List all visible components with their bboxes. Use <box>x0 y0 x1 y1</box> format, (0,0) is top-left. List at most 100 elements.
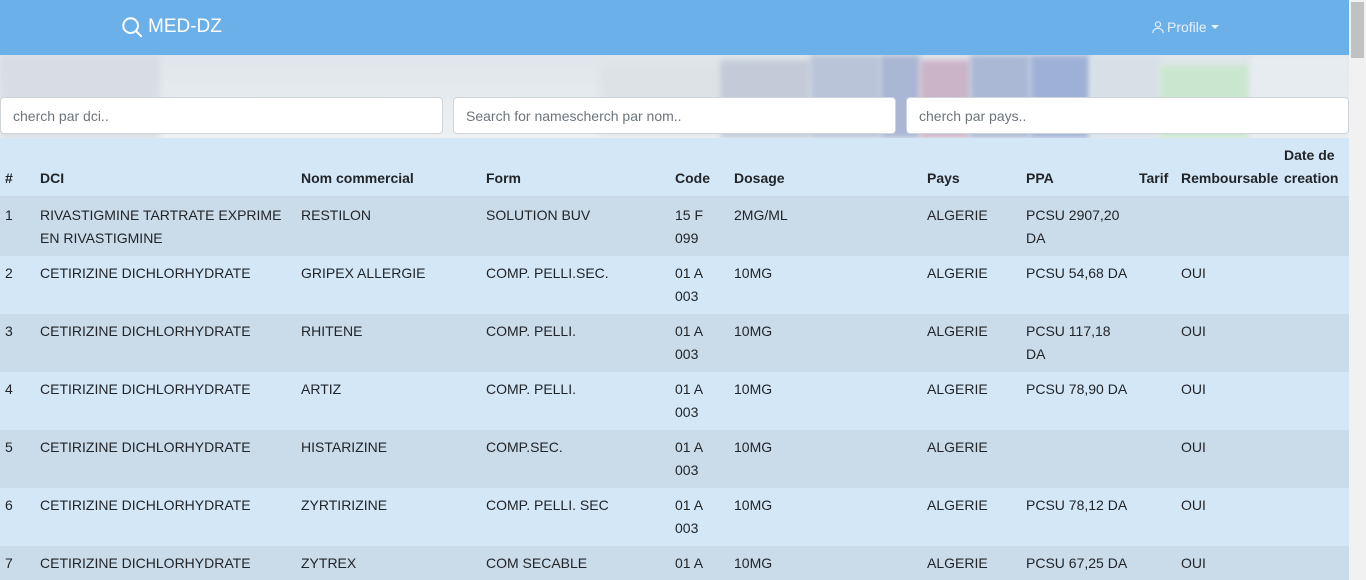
top-navbar: MED-DZ Profile <box>0 0 1349 55</box>
chevron-down-icon <box>1210 25 1219 29</box>
cell-pays: ALGERIE <box>927 207 988 223</box>
cell-ppa: PCSU 54,68 DA <box>1026 265 1128 281</box>
table-row[interactable]: 4 CETIRIZINE DICHLORHYDRATE ARTIZ COMP. PEL… <box>0 372 1349 430</box>
table-row[interactable]: 6 CETIRIZINE DICHLORHYDRATE ZYRTIRIZINE COM… <box>0 488 1349 546</box>
cell-tarif <box>1134 314 1176 372</box>
cell-num: 4 <box>5 381 13 397</box>
cell-dci: CETIRIZINE DICHLORHYDRATE <box>40 381 251 397</box>
cell-remb: OUI <box>1181 497 1206 513</box>
cell-tarif <box>1134 430 1176 488</box>
cell-remb: OUI <box>1181 381 1206 397</box>
cell-dosage: 10MG <box>734 555 773 571</box>
column-header-ppa: PPA <box>1021 138 1134 198</box>
cell-nom: ZYTREX <box>301 555 357 571</box>
search-name-input[interactable] <box>453 97 896 134</box>
vertical-scrollbar[interactable] <box>1349 0 1366 580</box>
cell-date <box>1279 314 1349 372</box>
table-header-row: # DCI Nom commercial Form Code Dosage Pays PPA T… <box>0 138 1349 198</box>
cell-nom: GRIPEX ALLERGIE <box>301 265 426 281</box>
profile-dropdown[interactable]: Profile <box>1151 19 1219 35</box>
cell-num: 1 <box>5 207 13 223</box>
cell-form: COMP. PELLI. <box>486 381 577 397</box>
cell-dci: CETIRIZINE DICHLORHYDRATE <box>40 265 251 281</box>
cell-pays: ALGERIE <box>927 381 988 397</box>
table-row[interactable]: 5 CETIRIZINE DICHLORHYDRATE HISTARIZINE COM… <box>0 430 1349 488</box>
cell-form: COM SECABLE <box>486 555 588 571</box>
cell-code: 01 A 003 <box>675 323 703 362</box>
table-row[interactable]: 1 RIVASTIGMINE TARTRATE EXPRIME EN RIVAST… <box>0 197 1349 256</box>
cell-dosage: 10MG <box>734 439 773 455</box>
cell-form: SOLUTION BUV <box>486 207 591 223</box>
cell-dosage: 10MG <box>734 323 773 339</box>
search-icon <box>122 17 143 38</box>
cell-remb <box>1176 197 1279 256</box>
table-row[interactable]: 3 CETIRIZINE DICHLORHYDRATE RHITENE COMP. P… <box>0 314 1349 372</box>
cell-num: 2 <box>5 265 13 281</box>
cell-date <box>1279 488 1349 546</box>
cell-num: 6 <box>5 497 13 513</box>
cell-nom: HISTARIZINE <box>301 439 388 455</box>
cell-ppa: PCSU 78,90 DA <box>1026 381 1128 397</box>
cell-dci: CETIRIZINE DICHLORHYDRATE <box>40 497 251 513</box>
cell-remb: OUI <box>1181 555 1206 571</box>
cell-tarif <box>1134 488 1176 546</box>
medications-table: # DCI Nom commercial Form Code Dosage Pays PPA T… <box>0 138 1349 580</box>
cell-num: 7 <box>5 555 13 571</box>
column-header-pays: Pays <box>922 138 1021 198</box>
column-header-dosage: Dosage <box>729 138 922 198</box>
column-header-form: Form <box>481 138 670 198</box>
profile-label: Profile <box>1167 19 1207 35</box>
cell-dci: CETIRIZINE DICHLORHYDRATE <box>40 555 251 571</box>
cell-code: 01 A 003 <box>675 381 703 420</box>
cell-pays: ALGERIE <box>927 497 988 513</box>
cell-pays: ALGERIE <box>927 265 988 281</box>
cell-remb: OUI <box>1181 439 1206 455</box>
cell-pays: ALGERIE <box>927 323 988 339</box>
cell-nom: ZYRTIRIZINE <box>301 497 388 513</box>
cell-tarif <box>1134 197 1176 256</box>
cell-num: 5 <box>5 439 13 455</box>
cell-dci: CETIRIZINE DICHLORHYDRATE <box>40 439 251 455</box>
cell-tarif <box>1134 372 1176 430</box>
cell-dci: CETIRIZINE DICHLORHYDRATE <box>40 323 251 339</box>
cell-pays: ALGERIE <box>927 555 988 571</box>
column-header-num: # <box>0 138 35 198</box>
user-icon <box>1152 21 1164 34</box>
column-header-code: Code <box>670 138 729 198</box>
table-row[interactable]: 2 CETIRIZINE DICHLORHYDRATE GRIPEX ALLERGI… <box>0 256 1349 314</box>
column-header-date: Date de creation <box>1279 138 1349 198</box>
cell-tarif <box>1134 256 1176 314</box>
cell-ppa: PCSU 67,25 DA <box>1026 555 1128 571</box>
cell-date <box>1279 546 1349 580</box>
search-country-input[interactable] <box>906 97 1349 134</box>
cell-ppa: PCSU 2907,20 DA <box>1026 207 1120 246</box>
cell-date <box>1279 256 1349 314</box>
cell-pays: ALGERIE <box>927 439 988 455</box>
cell-form: COMP. PELLI.SEC. <box>486 265 609 281</box>
cell-code: 01 A 003 <box>675 555 703 580</box>
cell-ppa <box>1021 430 1134 488</box>
column-header-remb: Remboursable <box>1176 138 1279 198</box>
cell-ppa: PCSU 117,18 DA <box>1026 323 1111 362</box>
cell-date <box>1279 197 1349 256</box>
table-body: 1 RIVASTIGMINE TARTRATE EXPRIME EN RIVAST… <box>0 197 1349 580</box>
cell-code: 01 A 003 <box>675 497 703 536</box>
cell-remb: OUI <box>1181 323 1206 339</box>
brand-link[interactable]: MED-DZ <box>121 16 222 38</box>
cell-nom: RHITENE <box>301 323 363 339</box>
cell-remb: OUI <box>1181 265 1206 281</box>
column-header-dci: DCI <box>35 138 296 198</box>
scrollbar-thumb[interactable] <box>1351 2 1364 58</box>
column-header-tarif: Tarif <box>1134 138 1176 198</box>
cell-form: COMP. PELLI. <box>486 323 577 339</box>
search-dci-input[interactable] <box>0 97 443 134</box>
cell-tarif <box>1134 546 1176 580</box>
cell-nom: ARTIZ <box>301 381 342 397</box>
cell-form: COMP. PELLI. SEC <box>486 497 609 513</box>
table-row[interactable]: 7 CETIRIZINE DICHLORHYDRATE ZYTREX COM SECA… <box>0 546 1349 580</box>
cell-date <box>1279 430 1349 488</box>
cell-dosage: 10MG <box>734 265 773 281</box>
cell-code: 01 A 003 <box>675 265 703 304</box>
column-header-nom: Nom commercial <box>296 138 481 198</box>
brand-name: MED-DZ <box>148 16 222 37</box>
